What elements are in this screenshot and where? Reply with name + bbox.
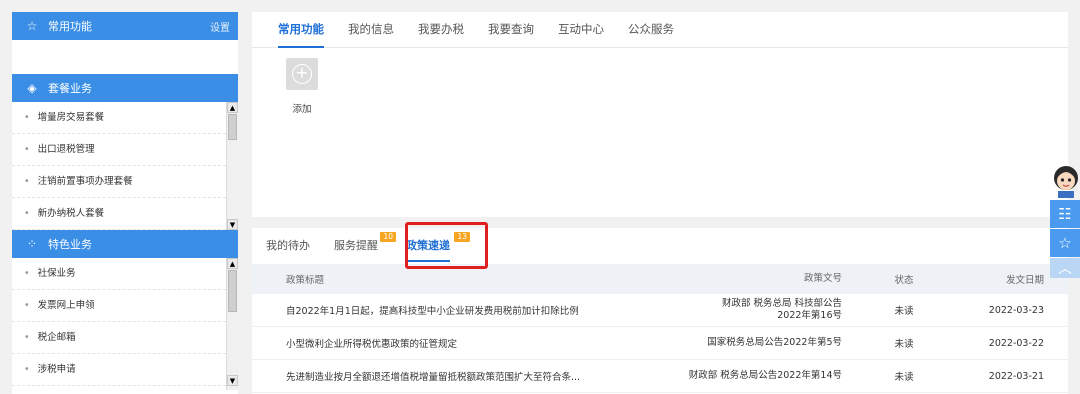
tab-my-todo[interactable]: 我的待办 — [254, 228, 322, 264]
list-item[interactable]: • 新办纳税人套餐 — [12, 198, 226, 230]
policy-doc-no: 国家税务总局公告2022年第5号 — [707, 337, 842, 348]
policy-date: 2022-03-23 — [988, 304, 1044, 316]
policy-doc-no: 财政部 税务总局 科技部公告2022年第16号 — [721, 298, 842, 321]
add-function-label: 添加 — [292, 104, 312, 115]
col-header-title: 政策标题 — [286, 275, 325, 286]
table-row[interactable]: 先进制造业按月全额退还增值税增量留抵税额政策范围扩大至符合条... 财政部 税务… — [252, 360, 1068, 393]
list-item-label: 注销前置事项办理套餐 — [37, 176, 133, 187]
add-function-button[interactable]: + — [286, 58, 318, 90]
tab-interaction-center[interactable]: 互动中心 — [546, 11, 616, 47]
list-item[interactable]: • 税企邮箱 — [12, 322, 226, 354]
list-item-label: 新办纳税人套餐 — [37, 208, 105, 219]
assistant-avatar-icon[interactable] — [1044, 162, 1080, 198]
back-to-top-icon[interactable]: ︿ — [1050, 258, 1080, 278]
special-business-list: • 社保业务 • 发票网上申领 • 税企邮箱 • 涉税申请 ▲ ▼ — [12, 258, 238, 390]
common-functions-title: 常用功能 — [48, 20, 92, 33]
scroll-down-arrow-icon[interactable]: ▼ — [227, 219, 238, 230]
star-outline-icon: ☆ — [26, 19, 38, 33]
highlight-box — [405, 222, 488, 269]
list-item-label: 涉税申请 — [37, 364, 76, 375]
col-header-date: 发文日期 — [1005, 275, 1044, 286]
policy-date: 2022-03-22 — [988, 337, 1044, 349]
left-sidebar: ☆ 常用功能 设置 ◈ 套餐业务 • 增量房交易套餐 • 出口退税管理 • 注销前置事… — [12, 12, 238, 394]
notice-tab-bar: 我的待办 服务提醒 10 政策速递 13 — [252, 222, 1068, 269]
col-header-doc-no: 政策文号 — [803, 273, 842, 284]
common-functions-body — [12, 40, 238, 74]
tab-label: 我的待办 — [266, 239, 310, 252]
tab-my-info[interactable]: 我的信息 — [336, 11, 406, 47]
list-item-label: 税企邮箱 — [37, 332, 76, 343]
scroll-up-arrow-icon[interactable]: ▲ — [227, 102, 238, 113]
scroll-down-arrow-icon[interactable]: ▼ — [227, 375, 238, 386]
col-header-status: 状态 — [894, 275, 914, 286]
tab-label: 服务提醒 — [334, 239, 378, 252]
special-scrollbar[interactable]: ▲ ▼ — [226, 258, 238, 390]
cube-icon: ◈ — [27, 81, 37, 95]
policy-status: 未读 — [894, 372, 914, 383]
policy-status: 未读 — [894, 339, 914, 350]
tab-service-reminder[interactable]: 服务提醒 10 — [322, 228, 396, 264]
policy-title[interactable]: 自2022年1月1日起，提高科技型中小企业研发费用税前加计扣除比例 — [252, 303, 632, 317]
package-business-header[interactable]: ◈ 套餐业务 — [12, 74, 238, 102]
policy-doc-no: 财政部 税务总局公告2022年第14号 — [688, 370, 842, 381]
notice-panel: 我的待办 服务提醒 10 政策速递 13 政策标题 政策文号 状态 发文日期 自… — [252, 222, 1068, 394]
package-scrollbar[interactable]: ▲ ▼ — [226, 102, 238, 230]
tab-tax-handling[interactable]: 我要办税 — [406, 11, 476, 47]
top-tab-bar: 常用功能 我的信息 我要办税 我要查询 互动中心 公众服务 — [252, 12, 1068, 48]
list-item[interactable]: • 增量房交易套餐 — [12, 102, 226, 134]
special-business-title: 特色业务 — [48, 238, 92, 251]
plus-circle-icon: + — [292, 64, 312, 84]
list-item-label: 社保业务 — [37, 268, 76, 279]
settings-link[interactable]: 设置 — [210, 19, 230, 34]
list-item[interactable]: • 发票网上申领 — [12, 290, 226, 322]
grid-icon: ⁘ — [26, 237, 38, 251]
tab-public-service[interactable]: 公众服务 — [616, 11, 686, 47]
policy-title[interactable]: 先进制造业按月全额退还增值税增量留抵税额政策范围扩大至符合条... — [252, 369, 632, 383]
special-business-header[interactable]: ⁘ 特色业务 — [12, 230, 238, 258]
list-item[interactable]: • 注销前置事项办理套餐 — [12, 166, 226, 198]
package-business-list: • 增量房交易套餐 • 出口退税管理 • 注销前置事项办理套餐 • 新办纳税人套餐 ▲ … — [12, 102, 238, 230]
list-item[interactable]: • 涉税申请 — [12, 354, 226, 386]
list-item[interactable]: • 出口退税管理 — [12, 134, 226, 166]
scroll-up-arrow-icon[interactable]: ▲ — [227, 258, 238, 269]
scroll-thumb[interactable] — [228, 114, 237, 140]
table-header: 政策标题 政策文号 状态 发文日期 — [252, 264, 1068, 294]
policy-status: 未读 — [894, 306, 914, 317]
package-business-title: 套餐业务 — [48, 82, 92, 95]
list-item-label: 发票网上申领 — [37, 300, 95, 311]
tab-query[interactable]: 我要查询 — [476, 11, 546, 47]
list-item-label: 增量房交易套餐 — [37, 112, 105, 123]
list-item[interactable]: • 社保业务 — [12, 258, 226, 290]
tab-common-functions[interactable]: 常用功能 — [266, 11, 336, 48]
common-functions-header[interactable]: ☆ 常用功能 设置 — [12, 12, 238, 40]
favorite-star-icon[interactable]: ☆ — [1050, 229, 1080, 257]
main-function-panel: 常用功能 我的信息 我要办税 我要查询 互动中心 公众服务 + 添加 — [252, 12, 1068, 217]
list-item-label: 出口退税管理 — [37, 144, 95, 155]
policy-title[interactable]: 小型微利企业所得税优惠政策的征管规定 — [252, 336, 632, 350]
table-row[interactable]: 小型微利企业所得税优惠政策的征管规定 国家税务总局公告2022年第5号 未读 2… — [252, 327, 1068, 360]
consult-icon[interactable]: ☷ — [1050, 200, 1080, 228]
scroll-thumb[interactable] — [228, 270, 237, 312]
policy-date: 2022-03-21 — [988, 370, 1044, 382]
table-row[interactable]: 自2022年1月1日起，提高科技型中小企业研发费用税前加计扣除比例 财政部 税务… — [252, 294, 1068, 327]
